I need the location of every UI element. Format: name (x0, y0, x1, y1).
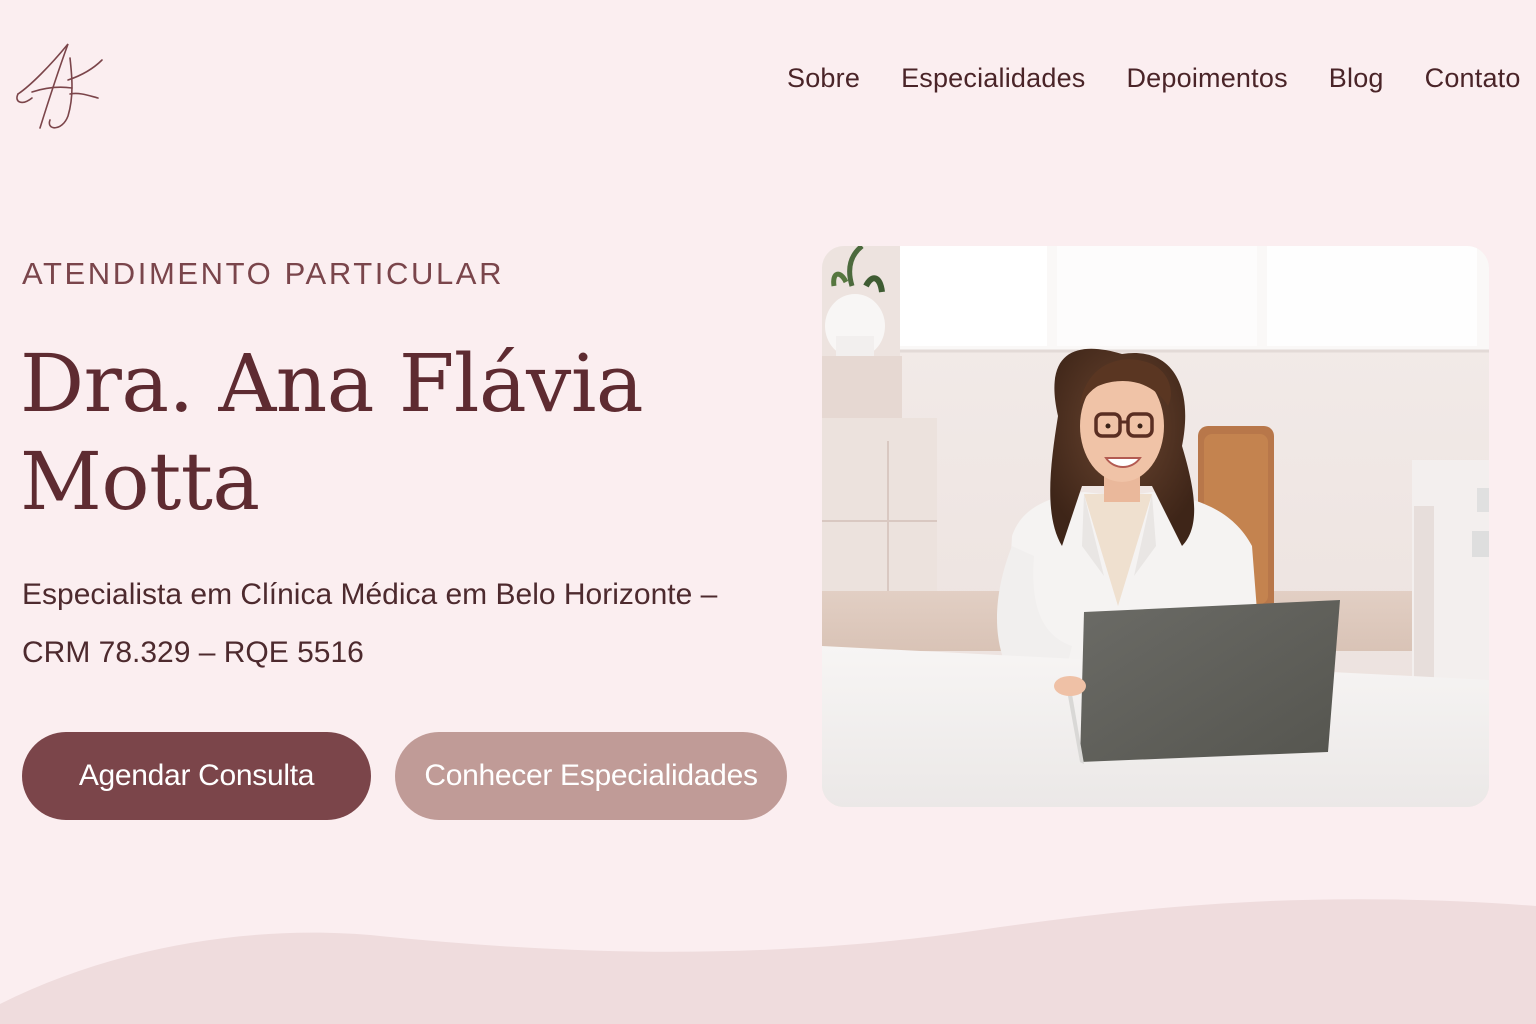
doctor-photo (822, 246, 1489, 807)
landing-page: Sobre Especialidades Depoimentos Blog Co… (0, 0, 1536, 1024)
main-nav: Sobre Especialidades Depoimentos Blog Co… (787, 58, 1536, 98)
hero-subtitle: Especialista em Clínica Médica em Belo H… (22, 566, 812, 682)
nav-link-especialidades[interactable]: Especialidades (901, 63, 1085, 94)
nav-link-sobre[interactable]: Sobre (787, 63, 860, 94)
monogram-logo[interactable] (10, 36, 110, 136)
decorative-wave (0, 899, 1536, 1024)
eyebrow-label: ATENDIMENTO PARTICULAR (22, 256, 505, 291)
page-title: Dra. Ana Flávia Motta (20, 335, 780, 531)
title-line-2: Motta (20, 435, 260, 528)
nav-link-contato[interactable]: Contato (1425, 63, 1521, 94)
title-line-1: Dra. Ana Flávia (20, 337, 644, 430)
subtitle-line-1: Especialista em Clínica Médica em Belo H… (22, 578, 718, 611)
doctor-illustration (822, 246, 1489, 807)
nav-link-blog[interactable]: Blog (1329, 63, 1384, 94)
nav-link-depoimentos[interactable]: Depoimentos (1126, 63, 1287, 94)
subtitle-line-2: CRM 78.329 – RQE 5516 (22, 636, 364, 669)
view-specialties-button[interactable]: Conhecer Especialidades (395, 732, 787, 820)
schedule-appointment-button[interactable]: Agendar Consulta (22, 732, 371, 820)
